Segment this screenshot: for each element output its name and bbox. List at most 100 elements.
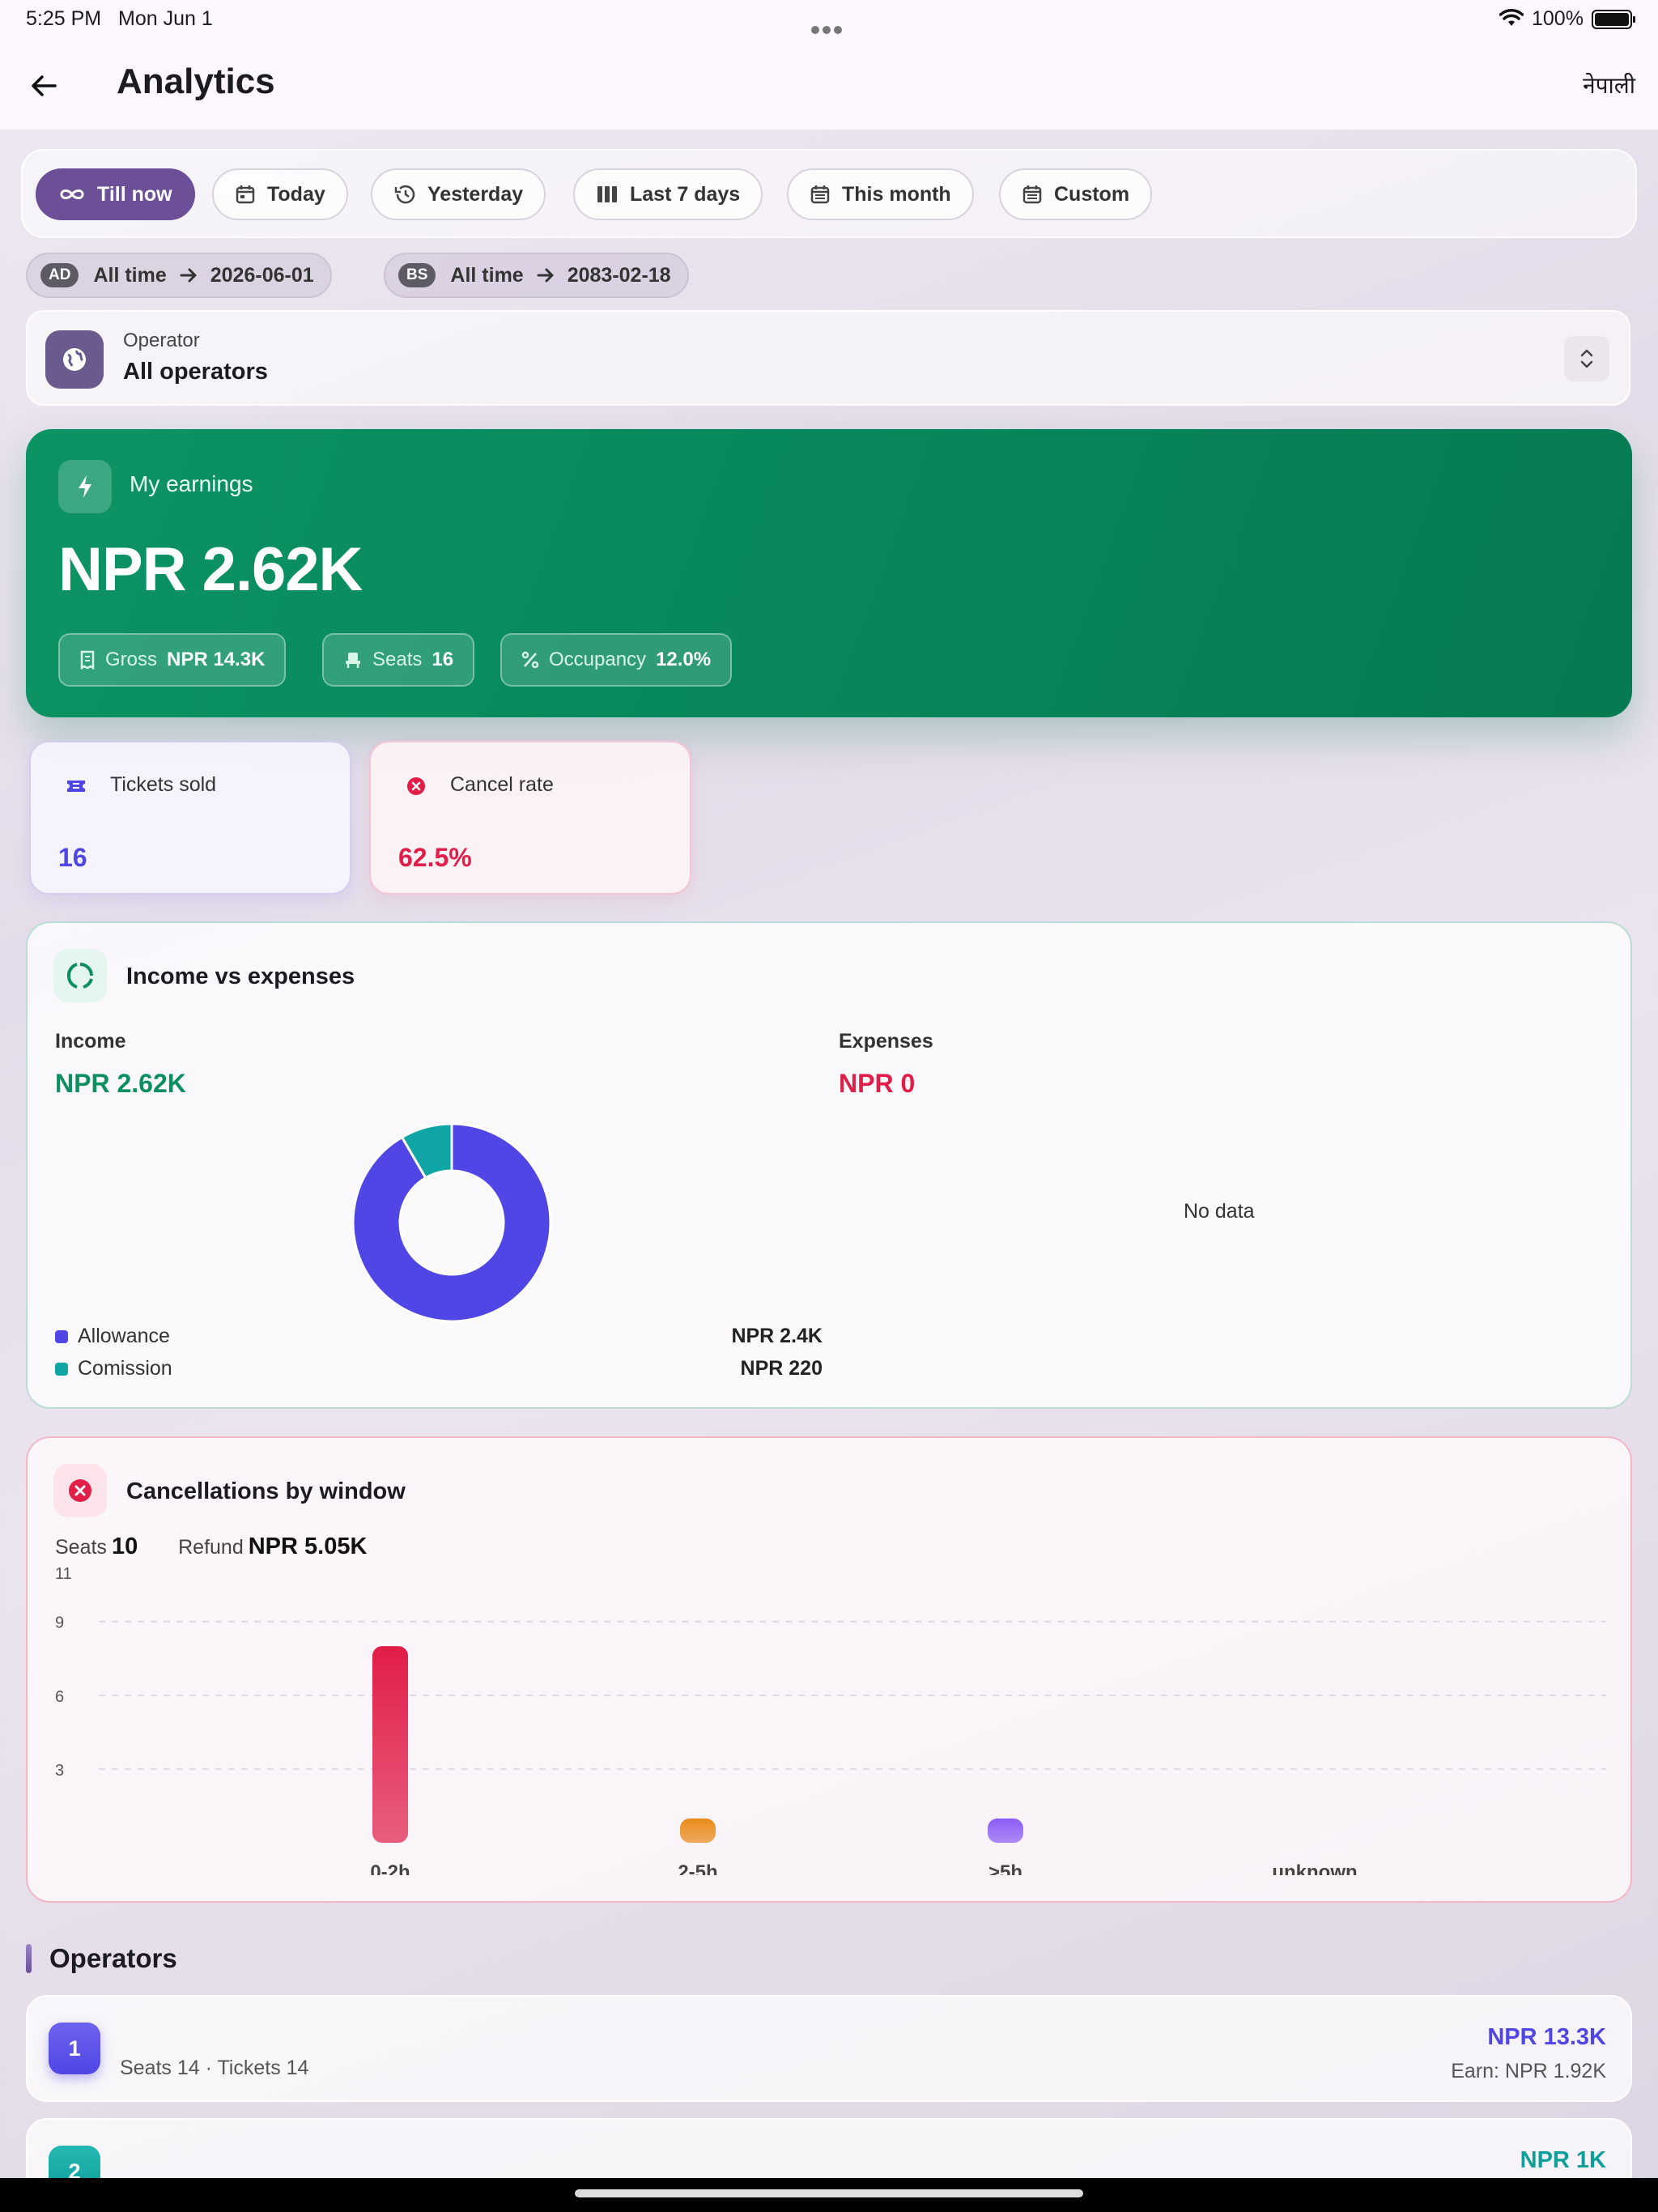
legend-value-comission: NPR 220 <box>740 1357 823 1380</box>
expenses-no-data: No data <box>1184 1200 1255 1223</box>
legend-swatch <box>55 1362 68 1376</box>
filter-chip-label: Till now <box>97 182 172 206</box>
seat-icon <box>346 653 360 668</box>
filter-chip-label: Today <box>267 182 325 206</box>
expenses-amount: NPR 0 <box>839 1069 916 1098</box>
operator-select[interactable]: Operator All operators <box>26 310 1630 406</box>
operator-select-label: Operator <box>123 330 200 351</box>
operator-row[interactable]: 1 Seats 14 · Tickets 14 NPR 13.3K Earn: … <box>26 1995 1632 2102</box>
operators-section-title: Operators <box>26 1943 177 1974</box>
cancellations-card: Cancellations by window Seats 10 Refund NP… <box>26 1436 1632 1903</box>
back-arrow-icon[interactable] <box>28 70 60 102</box>
y-tick-label: 6 <box>55 1688 64 1706</box>
occupancy-label: Occupancy <box>549 649 647 670</box>
status-date: Mon Jun 1 <box>118 7 213 30</box>
calendar-system-tag: AD <box>40 263 79 287</box>
legend-item-comission: Comission <box>55 1357 172 1380</box>
lightning-icon <box>58 460 112 513</box>
infinity-icon <box>60 189 84 199</box>
seats-pill: Seats 16 <box>322 633 475 687</box>
income-amount: NPR 2.62K <box>55 1069 186 1098</box>
filter-chip-today[interactable]: Today <box>212 168 348 220</box>
expenses-label: Expenses <box>839 1030 933 1053</box>
gross-value: NPR 14.3K <box>167 649 266 670</box>
legend-name: Allowance <box>78 1325 170 1347</box>
operator-amount: NPR 1K <box>1520 2147 1606 2173</box>
status-time: 5:25 PM <box>26 7 102 30</box>
operator-amount: NPR 13.3K <box>1487 2024 1606 2050</box>
date-filter-bar: Till now Today Yesterday Last 7 days Thi… <box>21 149 1637 238</box>
app-bar: Analytics नेपाली <box>0 37 1658 130</box>
x-tick-label: >5h <box>988 1861 1022 1875</box>
legend-value-allowance: NPR 2.4K <box>731 1325 823 1347</box>
x-tick-label: 0-2h <box>370 1861 410 1875</box>
legend-item-allowance: Allowance <box>55 1325 170 1348</box>
filter-chip-label: This month <box>842 182 951 206</box>
earnings-label: My earnings <box>130 471 253 496</box>
income-donut-chart <box>351 1122 552 1323</box>
refund-label: Refund <box>178 1536 244 1559</box>
earnings-amount: NPR 2.62K <box>58 535 363 604</box>
cancel-circle-icon <box>53 1464 107 1517</box>
section-accent <box>26 1944 32 1973</box>
x-tick-label: 2-5h <box>678 1861 717 1875</box>
columns-icon <box>597 186 617 202</box>
range-from: All time <box>93 263 167 287</box>
seats-label: Seats <box>55 1536 107 1559</box>
calendar-system-tag: BS <box>398 263 436 287</box>
globe-icon <box>45 330 104 389</box>
filter-chip-custom[interactable]: Custom <box>999 168 1153 220</box>
range-to: 2083-02-18 <box>567 263 671 287</box>
filter-chip-this-month[interactable]: This month <box>787 168 974 220</box>
battery-icon <box>1592 10 1635 29</box>
chevron-up-down-icon[interactable] <box>1564 336 1609 381</box>
filter-chip-till-now[interactable]: Till now <box>36 168 195 220</box>
tickets-sold-label: Tickets sold <box>110 773 217 796</box>
receipt-icon <box>80 650 95 670</box>
filter-chip-yesterday[interactable]: Yesterday <box>371 168 546 220</box>
bar-2-5h[interactable] <box>680 1819 716 1843</box>
income-label: Income <box>55 1030 126 1053</box>
bar-0-2h[interactable] <box>372 1646 408 1843</box>
wifi-icon <box>1499 9 1524 26</box>
multitasking-dots-icon[interactable] <box>811 16 847 34</box>
language-toggle[interactable]: नेपाली <box>1583 70 1635 100</box>
gross-pill: Gross NPR 14.3K <box>58 633 287 687</box>
occupancy-pill: Occupancy 12.0% <box>500 633 733 687</box>
filter-chip-label: Custom <box>1054 182 1130 206</box>
bar->5h[interactable] <box>988 1819 1023 1843</box>
cancel-rate-card: Cancel rate 62.5% <box>369 741 691 895</box>
cancellations-title: Cancellations by window <box>126 1478 406 1504</box>
seats-value: 16 <box>432 649 454 670</box>
income-expenses-title: Income vs expenses <box>126 963 355 989</box>
y-tick-label: 11 <box>55 1568 72 1583</box>
battery-percent: 100% <box>1532 7 1584 30</box>
status-bar: 5:25 PM Mon Jun 1 100% <box>0 0 1658 37</box>
range-badge-bs: BS All time 2083-02-18 <box>384 253 689 298</box>
y-tick-label: 3 <box>55 1762 64 1780</box>
calendar-icon <box>1022 185 1042 204</box>
calendar-icon <box>810 185 830 204</box>
filter-chip-label: Last 7 days <box>630 182 741 206</box>
income-expenses-card: Income vs expenses Income NPR 2.62K Expe… <box>26 921 1632 1409</box>
legend-name: Comission <box>78 1357 172 1380</box>
legend-swatch <box>55 1329 68 1343</box>
arrow-right-icon <box>180 268 197 283</box>
tickets-sold-value: 16 <box>58 843 87 872</box>
cancel-rate-value: 62.5% <box>398 843 472 872</box>
range-from: All time <box>450 263 524 287</box>
cancel-rate-label: Cancel rate <box>450 773 554 796</box>
occupancy-value: 12.0% <box>656 649 712 670</box>
refund-value: NPR 5.05K <box>248 1534 368 1559</box>
ticket-icon <box>60 770 92 802</box>
operator-subtitle: Seats 14 · Tickets 14 <box>120 2057 309 2079</box>
gross-label: Gross <box>105 649 158 670</box>
y-tick-label: 9 <box>55 1614 64 1632</box>
home-indicator[interactable] <box>575 2189 1083 2197</box>
operator-rank-badge: 1 <box>49 2023 100 2074</box>
percent-icon <box>521 651 539 669</box>
arrow-right-icon <box>537 268 554 283</box>
cancellations-bar-chart: 3 6 9 11 0-2h 2-5h >5h unknown <box>55 1568 1606 1875</box>
x-tick-label: unknown <box>1272 1861 1357 1875</box>
filter-chip-last-7-days[interactable]: Last 7 days <box>573 168 763 220</box>
